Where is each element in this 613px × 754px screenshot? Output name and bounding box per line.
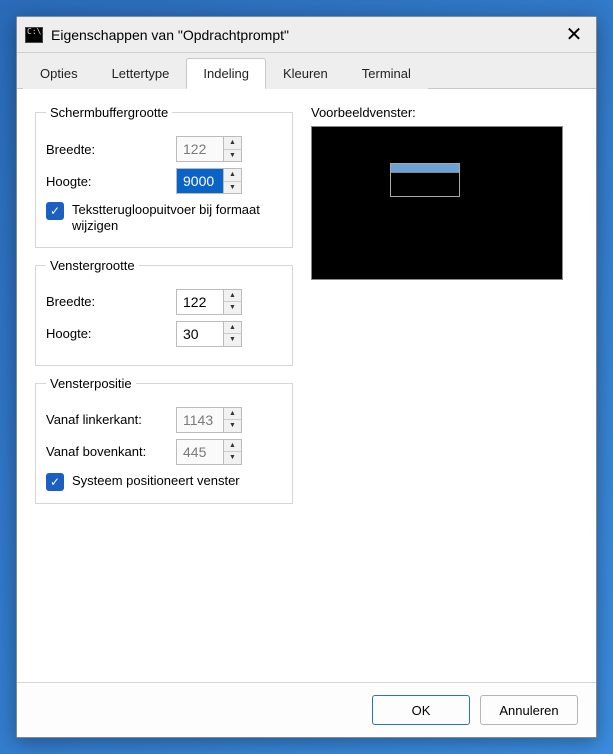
- venster-hoogte-label: Hoogte:: [46, 326, 176, 341]
- pos-boven-label: Vanaf bovenkant:: [46, 444, 176, 459]
- pos-links-down[interactable]: ▼: [224, 420, 241, 432]
- layout-panel: Schermbuffergrootte Breedte: ▲ ▼ Hoogte:: [17, 89, 596, 682]
- buffer-hoogte-label: Hoogte:: [46, 174, 176, 189]
- venster-breedte-up[interactable]: ▲: [224, 290, 241, 303]
- right-column: Voorbeeldvenster:: [311, 105, 578, 666]
- wrap-label: Tekstterugloopuitvoer bij formaat wijzig…: [72, 202, 282, 235]
- venster-breedte-label: Breedte:: [46, 294, 176, 309]
- systeem-pos-label: Systeem positioneert venster: [72, 473, 240, 489]
- systeem-pos-checkbox[interactable]: ✓: [46, 473, 64, 491]
- pos-boven-up[interactable]: ▲: [224, 440, 241, 453]
- buffer-hoogte-input[interactable]: [177, 169, 223, 193]
- tab-indeling[interactable]: Indeling: [186, 58, 266, 89]
- venster-hoogte-spinner: ▲ ▼: [176, 321, 242, 347]
- venstergrootte-group: Venstergrootte Breedte: ▲ ▼ Hoogte:: [35, 258, 293, 366]
- preview-window: [390, 163, 460, 197]
- pos-links-label: Vanaf linkerkant:: [46, 412, 176, 427]
- venster-hoogte-up[interactable]: ▲: [224, 322, 241, 335]
- venster-breedte-down[interactable]: ▼: [224, 302, 241, 314]
- tab-opties[interactable]: Opties: [23, 58, 95, 89]
- tab-terminal[interactable]: Terminal: [345, 58, 428, 89]
- titlebar: Eigenschappen van "Opdrachtprompt" ✕: [17, 17, 596, 53]
- app-icon: [25, 27, 43, 43]
- cancel-button[interactable]: Annuleren: [480, 695, 578, 725]
- buffer-breedte-label: Breedte:: [46, 142, 176, 157]
- pos-links-input[interactable]: [177, 408, 223, 432]
- window-title: Eigenschappen van "Opdrachtprompt": [51, 27, 560, 43]
- pos-boven-input[interactable]: [177, 440, 223, 464]
- buffer-breedte-input[interactable]: [177, 137, 223, 161]
- dialog-footer: OK Annuleren: [17, 682, 596, 737]
- venster-breedte-input[interactable]: [177, 290, 223, 314]
- pos-links-spinner: ▲ ▼: [176, 407, 242, 433]
- buffer-hoogte-up[interactable]: ▲: [224, 169, 241, 182]
- pos-boven-down[interactable]: ▼: [224, 452, 241, 464]
- vensterpositie-group: Vensterpositie Vanaf linkerkant: ▲ ▼ Van…: [35, 376, 293, 504]
- schermbuffer-group: Schermbuffergrootte Breedte: ▲ ▼ Hoogte:: [35, 105, 293, 248]
- properties-dialog: Eigenschappen van "Opdrachtprompt" ✕ Opt…: [16, 16, 597, 738]
- preview-window-titlebar: [391, 164, 459, 173]
- preview-label: Voorbeeldvenster:: [311, 105, 578, 120]
- buffer-breedte-down[interactable]: ▼: [224, 150, 241, 162]
- preview-box: [311, 126, 563, 280]
- tab-kleuren[interactable]: Kleuren: [266, 58, 345, 89]
- tab-lettertype[interactable]: Lettertype: [95, 58, 187, 89]
- ok-button[interactable]: OK: [372, 695, 470, 725]
- wrap-checkbox[interactable]: ✓: [46, 202, 64, 220]
- venster-hoogte-input[interactable]: [177, 322, 223, 346]
- venster-breedte-spinner: ▲ ▼: [176, 289, 242, 315]
- vensterpositie-legend: Vensterpositie: [46, 376, 136, 391]
- close-button[interactable]: ✕: [560, 21, 588, 49]
- venstergrootte-legend: Venstergrootte: [46, 258, 139, 273]
- venster-hoogte-down[interactable]: ▼: [224, 334, 241, 346]
- buffer-hoogte-down[interactable]: ▼: [224, 182, 241, 194]
- tab-strip: Opties Lettertype Indeling Kleuren Termi…: [17, 53, 596, 89]
- pos-boven-spinner: ▲ ▼: [176, 439, 242, 465]
- left-column: Schermbuffergrootte Breedte: ▲ ▼ Hoogte:: [35, 105, 293, 666]
- pos-links-up[interactable]: ▲: [224, 408, 241, 421]
- buffer-breedte-up[interactable]: ▲: [224, 137, 241, 150]
- schermbuffer-legend: Schermbuffergrootte: [46, 105, 172, 120]
- buffer-breedte-spinner: ▲ ▼: [176, 136, 242, 162]
- buffer-hoogte-spinner: ▲ ▼: [176, 168, 242, 194]
